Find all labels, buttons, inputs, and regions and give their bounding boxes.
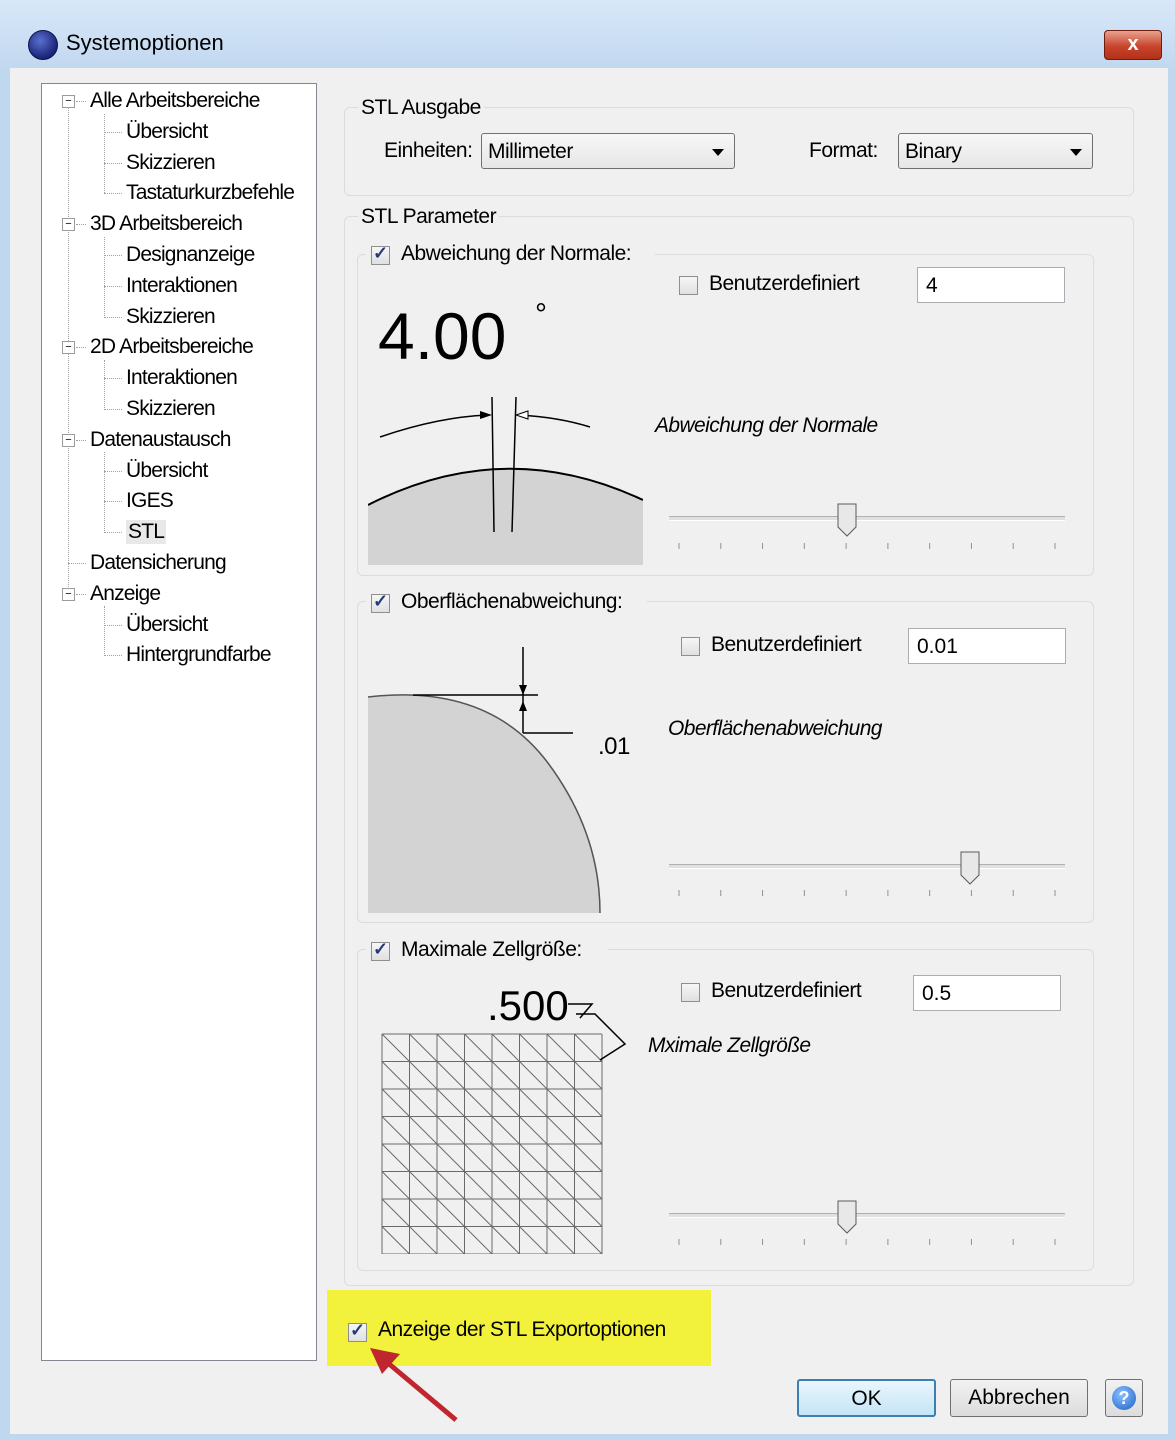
normal-custom-label: Benutzerdefiniert — [709, 272, 860, 295]
window-title: Systemoptionen — [66, 30, 224, 55]
tree-item[interactable]: Anzeige — [90, 582, 161, 606]
normal-slider-track[interactable] — [669, 516, 1065, 521]
tree-item[interactable]: Skizzieren — [126, 397, 216, 421]
units-select[interactable]: Millimeter — [481, 133, 735, 169]
collapse-icon[interactable]: − — [62, 587, 75, 601]
tree-item[interactable]: Interaktionen — [126, 274, 238, 298]
app-logo-icon — [28, 30, 58, 60]
show-export-options-label: Anzeige der STL Exportoptionen — [378, 1318, 666, 1341]
normal-slider-ticks — [678, 543, 1056, 549]
cell-custom-checkbox[interactable] — [681, 983, 700, 1002]
surface-deviation-diagram — [368, 647, 601, 913]
tree-item[interactable]: 2D Arbeitsbereiche — [90, 335, 254, 359]
format-select[interactable]: Binary — [898, 133, 1093, 169]
chevron-down-icon — [712, 149, 724, 156]
help-icon: ? — [1112, 1386, 1136, 1410]
cell-caption: Mximale Zellgröße — [648, 1034, 811, 1057]
units-select-value: Millimeter — [488, 140, 573, 163]
normal-slider-thumb[interactable] — [837, 503, 857, 537]
surface-diagram-value: .01 — [598, 733, 630, 760]
close-button[interactable]: x — [1104, 30, 1162, 60]
surface-value-input[interactable]: 0.01 — [908, 628, 1066, 664]
stl-output-group-label: STL Ausgabe — [358, 96, 484, 120]
tree-item[interactable]: Skizzieren — [126, 151, 216, 175]
tree-item[interactable]: Skizzieren — [126, 305, 216, 329]
cancel-button[interactable]: Abbrechen — [950, 1379, 1088, 1417]
collapse-icon[interactable]: − — [62, 341, 75, 355]
normal-deviation-diagram — [368, 396, 643, 565]
tree-item[interactable]: Alle Arbeitsbereiche — [90, 89, 260, 113]
cell-value-input[interactable]: 0.5 — [913, 975, 1061, 1011]
pointer-arrow-icon — [370, 1348, 458, 1422]
tree-item[interactable]: Interaktionen — [126, 366, 238, 390]
cell-slider-ticks — [678, 1239, 1056, 1245]
help-button[interactable]: ? — [1105, 1379, 1143, 1417]
normal-custom-checkbox[interactable] — [679, 276, 698, 295]
tree-item[interactable]: Datenaustausch — [90, 428, 231, 452]
chevron-down-icon — [1070, 149, 1082, 156]
normal-deviation-checkbox[interactable] — [371, 243, 390, 265]
cell-size-checkbox[interactable] — [371, 939, 390, 961]
tree-item[interactable]: STL — [126, 520, 167, 545]
normal-big-value: 4.00 — [378, 299, 507, 373]
tree-item[interactable]: Übersicht — [126, 459, 208, 483]
collapse-icon[interactable]: − — [62, 218, 75, 232]
ok-button[interactable]: OK — [797, 1379, 936, 1417]
tree-item[interactable]: Designanzeige — [126, 243, 255, 267]
degree-symbol: ° — [535, 298, 547, 331]
tree-item[interactable]: Datensicherung — [90, 551, 227, 575]
units-label: Einheiten: — [384, 139, 473, 162]
cell-size-label: Maximale Zellgröße: — [401, 938, 582, 961]
cell-size-mesh-diagram — [381, 1003, 627, 1254]
cell-slider-thumb[interactable] — [837, 1200, 857, 1234]
tree-item[interactable]: 3D Arbeitsbereich — [90, 212, 243, 236]
options-tree[interactable]: − Alle Arbeitsbereiche Übersicht Skizzieren… — [41, 83, 317, 1361]
cell-slider-track[interactable] — [669, 1213, 1065, 1218]
collapse-icon[interactable]: − — [62, 433, 75, 447]
cell-custom-label: Benutzerdefiniert — [711, 979, 862, 1002]
surface-slider-ticks — [678, 890, 1056, 896]
format-label: Format: — [809, 139, 878, 162]
normal-deviation-label: Abweichung der Normale: — [401, 242, 632, 265]
tree-item[interactable]: Übersicht — [126, 613, 208, 637]
normal-caption: Abweichung der Normale — [655, 414, 878, 437]
surface-deviation-checkbox[interactable] — [371, 591, 390, 613]
normal-value-input[interactable]: 4 — [917, 267, 1065, 303]
tree-item[interactable]: IGES — [126, 489, 174, 513]
surface-custom-checkbox[interactable] — [681, 637, 700, 656]
collapse-icon[interactable]: − — [62, 95, 75, 108]
format-select-value: Binary — [905, 140, 962, 163]
surface-slider-thumb[interactable] — [960, 851, 980, 885]
surface-deviation-label: Oberflächenabweichung: — [401, 590, 623, 613]
tree-item[interactable]: Hintergrundfarbe — [126, 643, 272, 667]
tree-item[interactable]: Tastaturkurzbefehle — [126, 181, 295, 205]
tree-item[interactable]: Übersicht — [126, 120, 208, 144]
surface-slider-track[interactable] — [669, 864, 1065, 869]
surface-custom-label: Benutzerdefiniert — [711, 633, 862, 656]
surface-caption: Oberflächenabweichung — [668, 717, 882, 740]
stl-parameter-group-label: STL Parameter — [358, 205, 500, 229]
